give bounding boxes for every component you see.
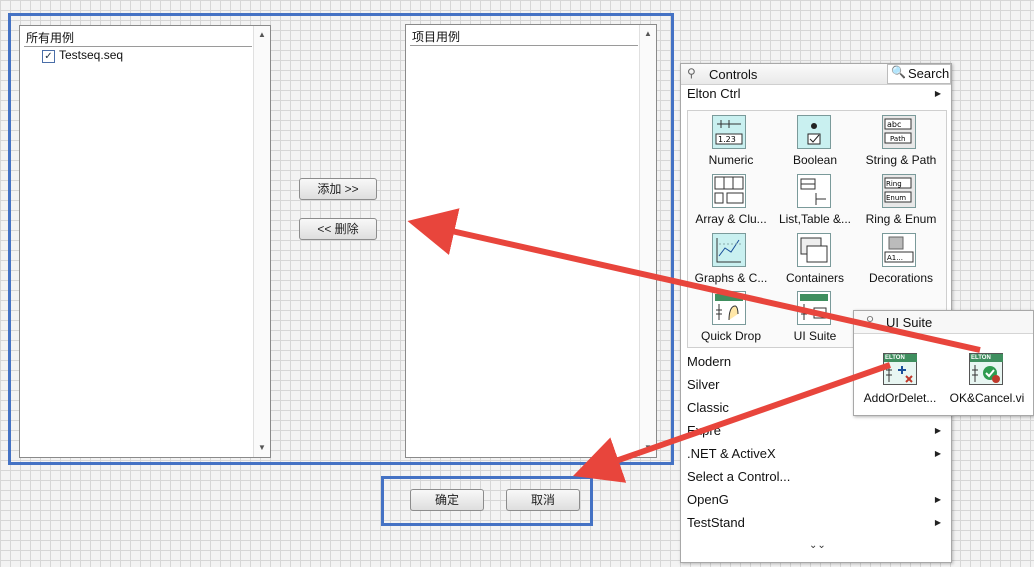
elton-badge: ELTON — [970, 354, 1003, 362]
ok-cancel-icon[interactable]: ELTON — [969, 353, 1003, 385]
palette-menu-label: OpenG — [687, 492, 729, 507]
palette-menu-item[interactable]: Select a Control... — [687, 467, 945, 487]
search-button[interactable]: 🔍 Search — [887, 64, 951, 84]
scroll-up-icon[interactable]: ▲ — [640, 27, 656, 41]
cancel-button[interactable]: 取消 — [506, 489, 580, 511]
submenu-arrow-icon: ▶ — [934, 426, 941, 435]
add-or-delete-label[interactable]: AddOrDelet... — [858, 391, 942, 405]
palette-title: Controls — [709, 67, 758, 82]
palette-menu-label: Modern — [687, 354, 732, 369]
submenu-arrow-icon: ▶ — [934, 449, 941, 458]
ring-icon-text: Ring — [886, 180, 902, 188]
decor-icon-text: A1... — [887, 254, 903, 262]
numeric-icon[interactable]: 1.23 — [712, 115, 746, 149]
pin-icon[interactable]: ⚲ — [687, 66, 696, 80]
tile-label[interactable]: Ring & Enum — [858, 212, 944, 226]
tile-label[interactable]: Containers — [772, 271, 858, 285]
palette-menu-label: TestStand — [687, 515, 745, 530]
palette-menu-label: Expre — [687, 423, 721, 438]
containers-icon[interactable] — [797, 233, 831, 267]
submenu-arrow-icon: ▶ — [934, 495, 941, 504]
palette-menu-label: Select a Control... — [687, 469, 791, 484]
palette-menu-item[interactable]: TestStand ▶ — [687, 513, 945, 533]
project-cases-list[interactable]: 项目用例 ▲ ▼ — [405, 24, 657, 458]
palette-menu-label: .NET & ActiveX — [687, 446, 776, 461]
ok-button[interactable]: 确定 — [410, 489, 484, 511]
expand-more-icon[interactable]: ⌄⌄ — [809, 540, 826, 551]
ui-suite-popup: ⚲ UI Suite ELTON AddOrDelet... ELTON OK&… — [853, 310, 1034, 416]
elton-ctrl-category[interactable]: Elton Ctrl ▶ — [687, 84, 945, 104]
tile-label[interactable]: UI Suite — [772, 329, 858, 343]
tile-label[interactable]: List,Table &... — [772, 212, 858, 226]
palette-menu-item[interactable]: .NET & ActiveX ▶ — [687, 444, 945, 464]
tile-label[interactable]: Quick Drop — [688, 329, 774, 343]
tile-label[interactable]: String & Path — [858, 153, 944, 167]
ui-suite-popup-title-bar: ⚲ UI Suite — [854, 311, 1033, 334]
numeric-icon-text: 1.23 — [718, 135, 736, 144]
scroll-up-icon[interactable]: ▲ — [254, 28, 270, 42]
palette-title-bar: ⚲ Controls 🔍 Search — [681, 64, 951, 85]
pin-icon[interactable]: ⚲ — [866, 314, 874, 327]
path-icon-text: Path — [890, 135, 905, 143]
project-cases-scrollbar[interactable]: ▲ ▼ — [639, 25, 656, 457]
all-cases-list[interactable]: 所有用例 ✓ Testseq.seq ▲ ▼ — [19, 25, 271, 458]
tile-label[interactable]: Array & Clu... — [688, 212, 774, 226]
palette-menu-label: Classic — [687, 400, 729, 415]
ring-enum-icon[interactable]: Ring Enum — [882, 174, 916, 208]
scroll-down-icon[interactable]: ▼ — [254, 441, 270, 455]
palette-menu-item[interactable]: OpenG ▶ — [687, 490, 945, 510]
boolean-icon[interactable] — [797, 115, 831, 149]
string-path-icon[interactable]: abc Path — [882, 115, 916, 149]
all-cases-scrollbar[interactable]: ▲ ▼ — [253, 26, 270, 457]
tile-label[interactable]: Decorations — [858, 271, 944, 285]
tile-label[interactable]: Graphs & C... — [688, 271, 774, 285]
testseq-item[interactable]: Testseq.seq — [59, 48, 123, 62]
ok-cancel-label[interactable]: OK&Cancel.vi — [942, 391, 1032, 405]
search-label: Search — [908, 66, 950, 81]
ui-suite-icon[interactable] — [797, 291, 831, 325]
list-table-icon[interactable] — [797, 174, 831, 208]
submenu-arrow-icon: ▶ — [934, 89, 941, 98]
project-cases-header: 项目用例 — [410, 29, 638, 46]
delete-button[interactable]: << 删除 — [299, 218, 377, 240]
array-cluster-icon[interactable] — [712, 174, 746, 208]
search-icon: 🔍 — [891, 65, 906, 79]
all-cases-header: 所有用例 — [24, 30, 252, 47]
palette-menu-item[interactable]: Expre ▶ — [687, 421, 945, 441]
scroll-down-icon[interactable]: ▼ — [640, 441, 656, 455]
decorations-icon[interactable]: A1... — [882, 233, 916, 267]
testseq-checkbox[interactable]: ✓ — [42, 50, 55, 63]
palette-menu-label: Silver — [687, 377, 720, 392]
add-button[interactable]: 添加 >> — [299, 178, 377, 200]
submenu-arrow-icon: ▶ — [934, 518, 941, 527]
tile-label[interactable]: Boolean — [772, 153, 858, 167]
tile-label[interactable]: Numeric — [688, 153, 774, 167]
enum-icon-text: Enum — [886, 194, 906, 202]
ui-suite-popup-title: UI Suite — [886, 315, 933, 330]
add-or-delete-icon[interactable]: ELTON — [883, 353, 917, 385]
graphs-icon[interactable] — [712, 233, 746, 267]
elton-ctrl-label: Elton Ctrl — [687, 86, 741, 101]
string-icon-text: abc — [887, 120, 901, 129]
elton-badge: ELTON — [884, 354, 917, 362]
quick-drop-icon[interactable] — [712, 291, 746, 325]
